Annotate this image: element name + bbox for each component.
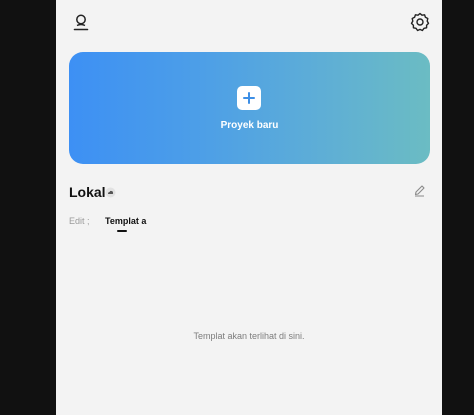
- app-screen: Proyek baru Lokal Edit ; Templat a Templ…: [56, 0, 442, 415]
- pencil-icon[interactable]: [413, 184, 426, 202]
- settings-button[interactable]: [408, 10, 432, 34]
- screen: Proyek baru Lokal Edit ; Templat a Templ…: [0, 0, 474, 415]
- profile-button[interactable]: [69, 10, 93, 34]
- person-icon: [73, 14, 89, 31]
- empty-state-message: Templat akan terlihat di sini.: [193, 331, 305, 341]
- new-project-label: Proyek baru: [220, 120, 279, 131]
- right-letterbox: [442, 0, 474, 415]
- plus-icon: [237, 86, 261, 110]
- cloud-icon: [105, 185, 116, 203]
- active-tab-indicator: [117, 230, 127, 232]
- section-title: Lokal: [69, 184, 106, 200]
- tab-edit[interactable]: Edit ;: [69, 216, 90, 226]
- left-letterbox: [0, 0, 56, 415]
- gear-icon: [410, 12, 430, 32]
- tab-template[interactable]: Templat a: [105, 216, 146, 226]
- new-project-card[interactable]: Proyek baru: [69, 52, 430, 164]
